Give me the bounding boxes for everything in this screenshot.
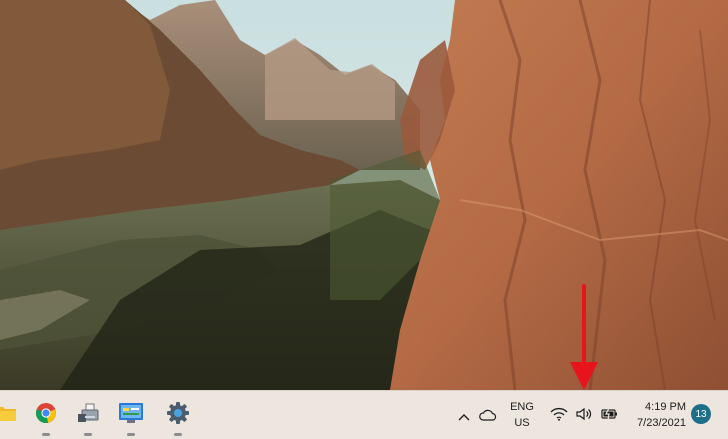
running-indicator <box>84 433 92 436</box>
printer-icon <box>76 402 100 428</box>
folder-icon <box>0 403 17 427</box>
gear-icon <box>166 401 190 429</box>
annotation-arrow <box>566 284 602 396</box>
taskbar-devices-button[interactable] <box>68 391 108 439</box>
notification-count: 13 <box>695 408 707 420</box>
chevron-up-icon <box>458 406 470 425</box>
taskbar-settings-button[interactable] <box>158 391 198 439</box>
taskbar-chrome-button[interactable] <box>26 391 66 439</box>
running-indicator <box>174 433 182 436</box>
taskbar-file-explorer-button[interactable] <box>0 391 26 439</box>
running-indicator <box>42 433 50 436</box>
clock[interactable]: 4:19 PM 7/23/2021 <box>624 391 686 439</box>
clock-date: 7/23/2021 <box>637 417 686 429</box>
volume-icon <box>575 406 593 425</box>
onedrive-button[interactable] <box>476 391 500 439</box>
taskbar: ENG US 4:19 PM 7/23/2021 <box>0 390 728 439</box>
show-hidden-icons-button[interactable] <box>454 391 474 439</box>
taskbar-control-panel-button[interactable] <box>111 391 151 439</box>
wifi-icon <box>550 406 568 425</box>
notification-count-badge[interactable]: 13 <box>691 404 711 424</box>
language-indicator[interactable]: ENG US <box>504 391 540 439</box>
onedrive-cloud-icon <box>479 406 497 425</box>
control-panel-icon <box>118 402 144 428</box>
volume-button[interactable] <box>572 391 596 439</box>
running-indicator <box>127 433 135 436</box>
network-button[interactable] <box>548 391 570 439</box>
language-region: US <box>514 417 530 429</box>
clock-time: 4:19 PM <box>645 401 686 413</box>
language-label: ENG <box>510 401 534 413</box>
battery-charging-icon <box>600 406 618 425</box>
battery-button[interactable] <box>598 391 620 439</box>
desktop-wallpaper <box>0 0 728 390</box>
chrome-icon <box>35 402 57 428</box>
